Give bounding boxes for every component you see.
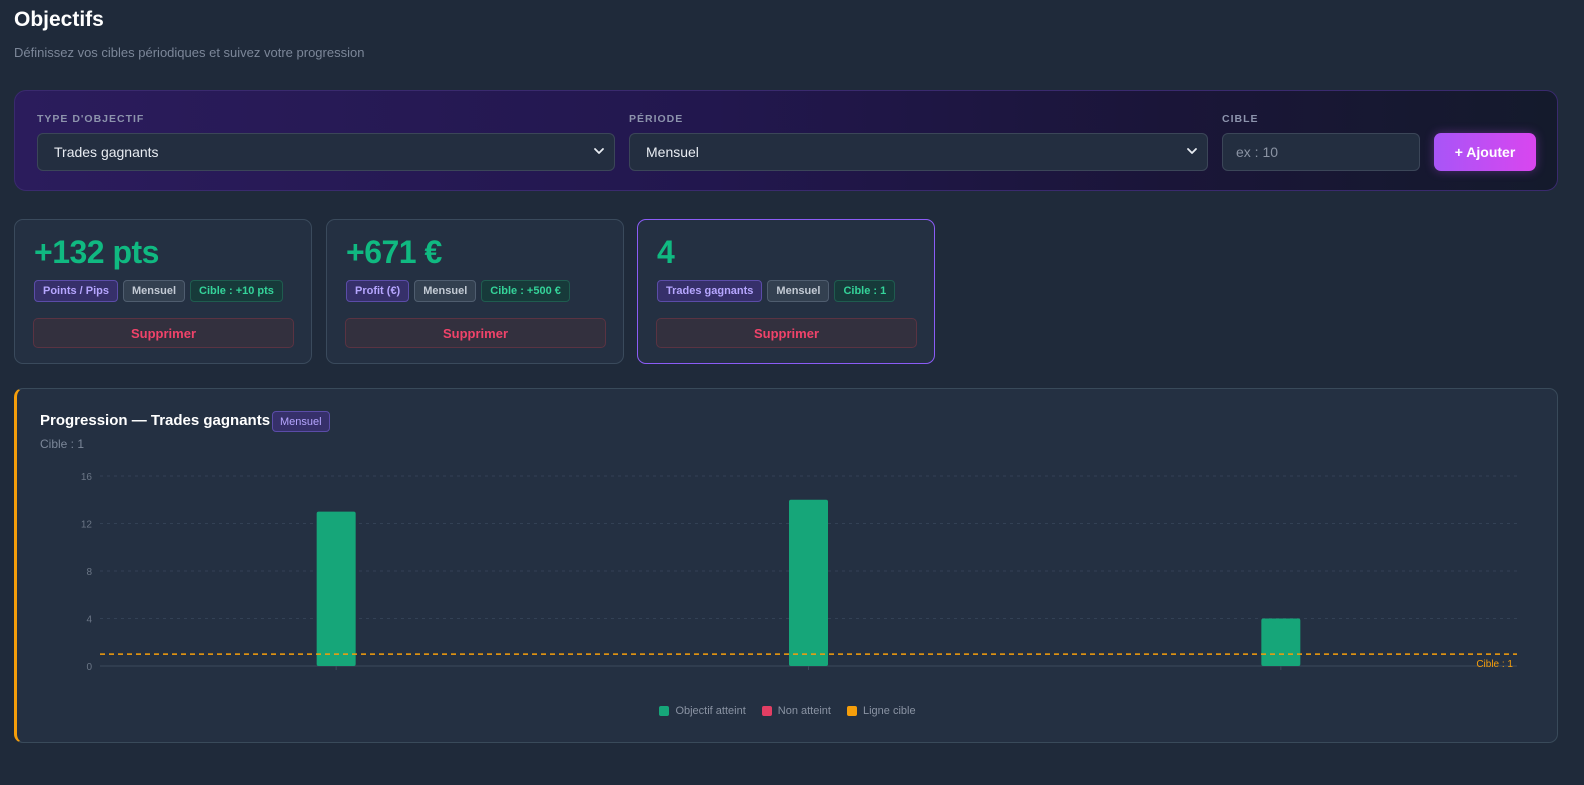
goal-card-selected[interactable]: 4 Trades gagnants Mensuel Cible : 1 Supp… bbox=[637, 219, 935, 364]
progression-chart-panel: Progression — Trades gagnants Mensuel Ci… bbox=[14, 388, 1558, 743]
delete-goal-button[interactable]: Supprimer bbox=[345, 318, 606, 348]
target-input-placeholder: ex : 10 bbox=[1236, 144, 1279, 160]
legend-item-not-achieved[interactable]: Non atteint bbox=[761, 705, 831, 717]
legend-swatch-target-line bbox=[846, 706, 857, 716]
period-value: Mensuel bbox=[646, 144, 699, 160]
goal-type-badge: Points / Pips bbox=[34, 280, 119, 302]
page-title: Objectifs bbox=[14, 8, 104, 31]
chevron-down-icon bbox=[594, 148, 604, 154]
goal-form: TYPE D'OBJECTIF Trades gagnants PÉRIODE … bbox=[14, 90, 1558, 191]
legend-label: Objectif atteint bbox=[675, 705, 746, 717]
delete-goal-button[interactable]: Supprimer bbox=[656, 318, 917, 348]
goal-type-badge: Profit (€) bbox=[346, 280, 410, 302]
target-input[interactable]: ex : 10 bbox=[1222, 133, 1420, 171]
page-subtitle: Définissez vos cibles périodiques et sui… bbox=[14, 45, 365, 60]
chart-legend: Objectif atteint Non atteint Ligne cible bbox=[17, 705, 1558, 717]
target-field-label: CIBLE bbox=[1222, 113, 1259, 125]
goal-period-badge: Mensuel bbox=[414, 280, 477, 302]
legend-label: Non atteint bbox=[777, 705, 831, 717]
legend-swatch-not-achieved bbox=[761, 706, 772, 716]
y-tick-label: 8 bbox=[86, 567, 92, 578]
goal-type-select[interactable]: Trades gagnants bbox=[37, 133, 615, 171]
bar bbox=[789, 499, 828, 666]
goal-period-badge: Mensuel bbox=[767, 280, 830, 302]
goal-type-value: Trades gagnants bbox=[54, 144, 159, 160]
y-tick-label: 4 bbox=[86, 615, 92, 626]
chevron-down-icon bbox=[1187, 148, 1197, 154]
progression-chart: 0 4 8 12 16 Cible : 1 bbox=[81, 472, 1517, 673]
type-field-label: TYPE D'OBJECTIF bbox=[37, 113, 145, 125]
goal-card: +671 € Profit (€) Mensuel Cible : +500 €… bbox=[326, 219, 624, 364]
period-select[interactable]: Mensuel bbox=[629, 133, 1208, 171]
goal-period-badge: Mensuel bbox=[123, 280, 186, 302]
goal-target-badge: Cible : +10 pts bbox=[190, 280, 283, 302]
period-field-label: PÉRIODE bbox=[629, 113, 684, 125]
bar bbox=[1261, 618, 1301, 666]
target-line-label: Cible : 1 bbox=[1476, 659, 1513, 670]
goal-card: +132 pts Points / Pips Mensuel Cible : +… bbox=[14, 219, 312, 364]
add-goal-button[interactable]: + Ajouter bbox=[1434, 133, 1536, 171]
delete-goal-button[interactable]: Supprimer bbox=[33, 318, 294, 348]
legend-item-achieved[interactable]: Objectif atteint bbox=[659, 705, 746, 717]
goal-value: 4 bbox=[657, 234, 675, 270]
bar bbox=[316, 511, 356, 666]
legend-label: Ligne cible bbox=[862, 705, 916, 717]
legend-item-target-line[interactable]: Ligne cible bbox=[846, 705, 916, 717]
goal-type-badge: Trades gagnants bbox=[657, 280, 763, 302]
y-tick-label: 12 bbox=[81, 520, 93, 531]
legend-swatch-achieved bbox=[659, 706, 670, 716]
goal-target-badge: Cible : +500 € bbox=[481, 280, 570, 302]
goal-value: +671 € bbox=[346, 234, 442, 270]
y-tick-label: 16 bbox=[81, 472, 93, 483]
y-tick-label: 0 bbox=[86, 662, 92, 673]
goal-value: +132 pts bbox=[34, 234, 159, 270]
goal-target-badge: Cible : 1 bbox=[834, 280, 896, 302]
